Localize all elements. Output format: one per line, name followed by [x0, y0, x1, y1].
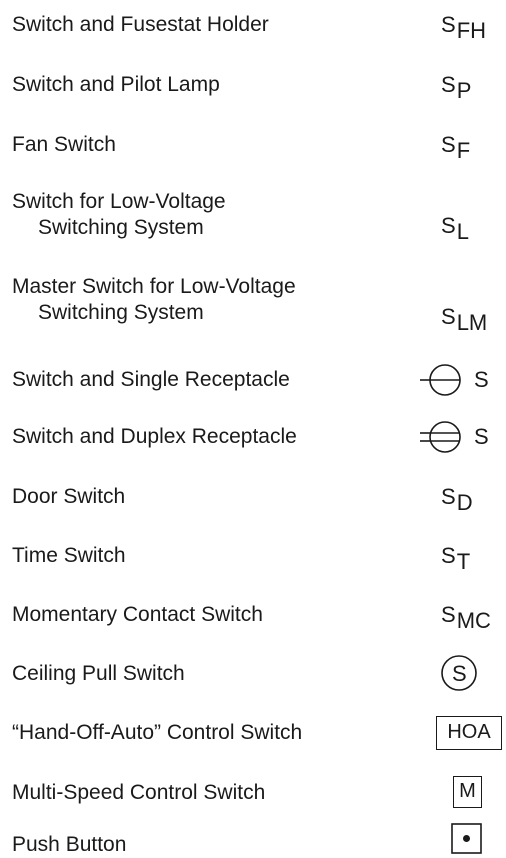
- row-label: Switch and Duplex Receptacle: [12, 425, 297, 448]
- row-label: Switch and Single Receptacle: [12, 368, 290, 391]
- hoa-symbol: HOA: [436, 716, 502, 750]
- row-label: Switch and Fusestat Holder: [12, 13, 269, 36]
- switch-symbol: SF: [441, 132, 471, 163]
- row-label: Switch and Pilot Lamp: [12, 73, 220, 96]
- row-label: Time Switch: [12, 544, 126, 567]
- switch-symbol: SD: [441, 484, 473, 515]
- row-label: Multi-Speed Control Switch: [12, 781, 266, 804]
- row-label: Door Switch: [12, 485, 126, 508]
- row-label: “Hand-Off-Auto” Control Switch: [12, 721, 303, 744]
- receptacle-letter: S: [474, 424, 489, 449]
- switch-symbol: SFH: [441, 12, 487, 43]
- row-label: Momentary Contact Switch: [12, 603, 263, 626]
- row-label: Fan Switch: [12, 133, 116, 156]
- switch-symbol: SL: [441, 213, 469, 244]
- switch-symbol: ST: [441, 543, 471, 574]
- multi-speed-symbol: M: [453, 776, 482, 808]
- row-label: Ceiling Pull Switch: [12, 662, 185, 685]
- switch-symbol: SMC: [441, 602, 491, 633]
- ceiling-pull-letter: S: [452, 661, 467, 686]
- switch-symbol: SLM: [441, 304, 488, 335]
- switch-symbol: SP: [441, 72, 472, 103]
- row-label: Master Switch for Low-Voltage Switching …: [12, 275, 296, 324]
- row-label: Push Button: [12, 833, 127, 856]
- receptacle-letter: S: [474, 367, 489, 392]
- row-label: Switch for Low-Voltage Switching System: [12, 190, 226, 239]
- boxed-dot-icon: [451, 823, 482, 854]
